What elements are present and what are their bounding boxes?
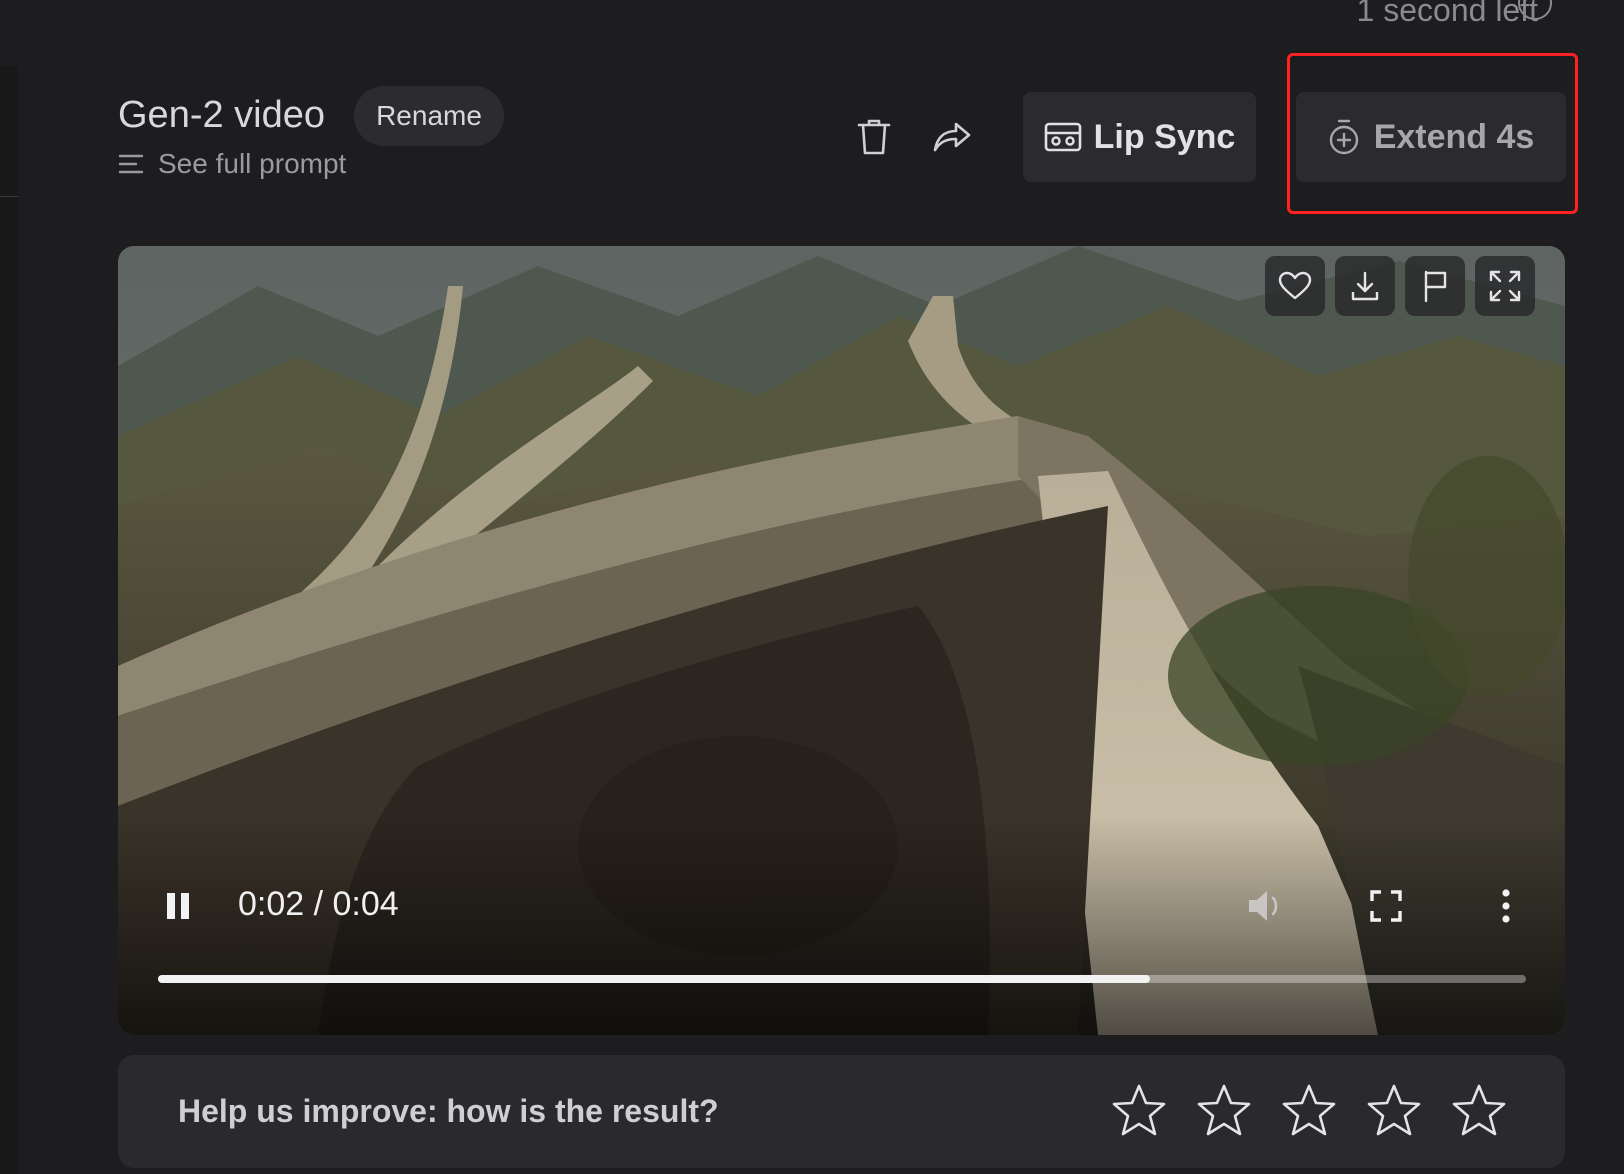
lip-sync-label: Lip Sync (1093, 117, 1236, 156)
volume-icon (1249, 891, 1278, 921)
feedback-panel: Help us improve: how is the result? (118, 1055, 1565, 1168)
report-button[interactable] (1405, 256, 1465, 316)
see-full-prompt-label: See full prompt (158, 148, 347, 179)
pause-icon (167, 893, 189, 919)
fullscreen-icon (1370, 890, 1402, 922)
more-vertical-icon (1502, 889, 1510, 923)
star-rating-1[interactable] (1110, 1082, 1168, 1140)
rename-button[interactable]: Rename (354, 86, 504, 146)
star-rating-5[interactable] (1450, 1082, 1508, 1140)
feedback-question: Help us improve: how is the result? (178, 1093, 719, 1129)
pause-button[interactable] (158, 881, 198, 931)
share-button[interactable] (928, 113, 976, 161)
star-icon (1112, 1084, 1166, 1136)
star-rating-3[interactable] (1280, 1082, 1338, 1140)
text-lines-icon (118, 154, 144, 174)
page: 1 second left Gen-2 video Rename See ful… (0, 0, 1624, 1174)
star-rating-2[interactable] (1195, 1082, 1253, 1140)
video-player[interactable]: 0:02 / 0:04 (118, 246, 1565, 1035)
see-full-prompt-link[interactable]: See full prompt (118, 148, 346, 180)
delete-button[interactable] (850, 113, 898, 161)
controls-overlay (118, 815, 1565, 1035)
star-icon (1452, 1084, 1506, 1136)
download-icon (1351, 271, 1379, 301)
download-button[interactable] (1335, 256, 1395, 316)
expand-icon (1489, 270, 1521, 302)
sidebar-divider (0, 196, 18, 197)
video-title: Gen-2 video (118, 94, 326, 136)
lip-sync-icon (1044, 122, 1081, 152)
favorite-button[interactable] (1265, 256, 1325, 316)
lip-sync-button[interactable]: Lip Sync (1023, 92, 1256, 182)
progress-fill (158, 975, 1150, 983)
heart-icon (1278, 271, 1312, 300)
left-sidebar-edge (0, 66, 18, 1174)
expand-button[interactable] (1475, 256, 1535, 316)
star-rating-4[interactable] (1365, 1082, 1423, 1140)
time-remaining-text: 1 second left (1356, 0, 1538, 28)
star-icon (1367, 1084, 1421, 1136)
more-options-button[interactable] (1482, 882, 1530, 930)
star-icon (1282, 1084, 1336, 1136)
star-icon (1197, 1084, 1251, 1136)
share-arrow-icon (933, 122, 971, 152)
time-remaining: 1 second left (1356, 0, 1552, 29)
highlight-annotation (1287, 53, 1578, 214)
progress-bar[interactable] (158, 975, 1526, 983)
fullscreen-button[interactable] (1362, 882, 1410, 930)
trash-icon (857, 119, 891, 155)
mute-button[interactable] (1242, 882, 1290, 930)
flag-icon (1424, 270, 1447, 303)
time-display: 0:02 / 0:04 (238, 885, 399, 923)
